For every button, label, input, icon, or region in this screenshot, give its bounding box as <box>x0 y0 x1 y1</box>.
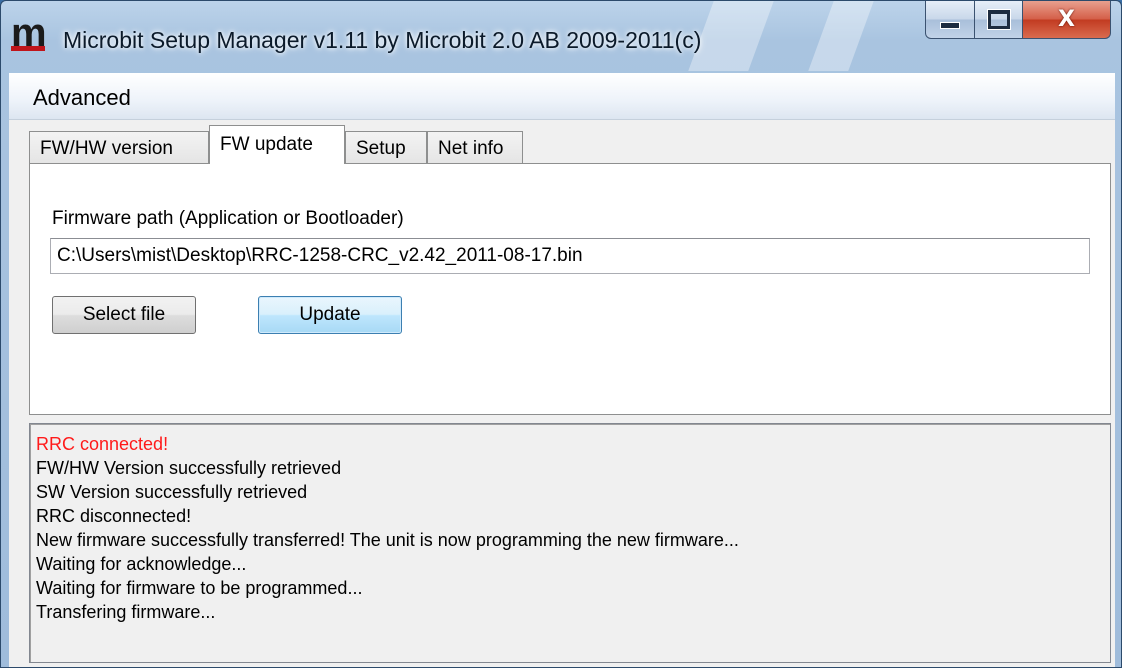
minimize-icon <box>940 22 960 29</box>
maximize-button[interactable] <box>975 1 1023 39</box>
status-log[interactable]: RRC connected! FW/HW Version successfully… <box>29 423 1111 663</box>
log-line: FW/HW Version successfully retrieved <box>36 458 342 478</box>
window-controls: X <box>925 1 1111 41</box>
tab-net-info[interactable]: Net info <box>427 131 523 163</box>
menu-bar: Advanced <box>9 73 1115 120</box>
log-line: Transfering firmware... <box>36 602 216 622</box>
log-line: New firmware successfully transferred! T… <box>36 530 739 550</box>
update-button[interactable]: Update <box>258 296 402 334</box>
close-button[interactable]: X <box>1023 1 1111 39</box>
minimize-button[interactable] <box>925 1 975 39</box>
app-window: m Microbit Setup Manager v1.11 by Microb… <box>0 0 1122 668</box>
log-line: Waiting for firmware to be programmed... <box>36 578 363 598</box>
log-line: RRC disconnected! <box>36 506 192 526</box>
log-line: RRC connected! <box>36 434 169 454</box>
firmware-path-input[interactable] <box>50 238 1090 274</box>
maximize-icon <box>987 10 1010 29</box>
firmware-path-label: Firmware path (Application or Bootloader… <box>52 208 404 229</box>
tab-fw-update[interactable]: FW update <box>209 125 345 164</box>
log-line: Waiting for acknowledge... <box>36 554 247 574</box>
client-area: Advanced FW/HW version FW update Setup N… <box>9 73 1115 667</box>
app-logo-icon: m <box>11 13 53 53</box>
close-icon: X <box>1058 7 1075 32</box>
tab-fw-hw-version[interactable]: FW/HW version <box>29 131 209 163</box>
menu-item-advanced[interactable]: Advanced <box>25 83 139 113</box>
tab-setup[interactable]: Setup <box>345 131 427 163</box>
fw-update-panel: Firmware path (Application or Bootloader… <box>29 163 1111 415</box>
log-line: SW Version successfully retrieved <box>36 482 308 502</box>
title-bar[interactable]: m Microbit Setup Manager v1.11 by Microb… <box>1 1 1121 73</box>
window-title: Microbit Setup Manager v1.11 by Microbit… <box>63 27 702 53</box>
select-file-button[interactable]: Select file <box>52 296 196 334</box>
